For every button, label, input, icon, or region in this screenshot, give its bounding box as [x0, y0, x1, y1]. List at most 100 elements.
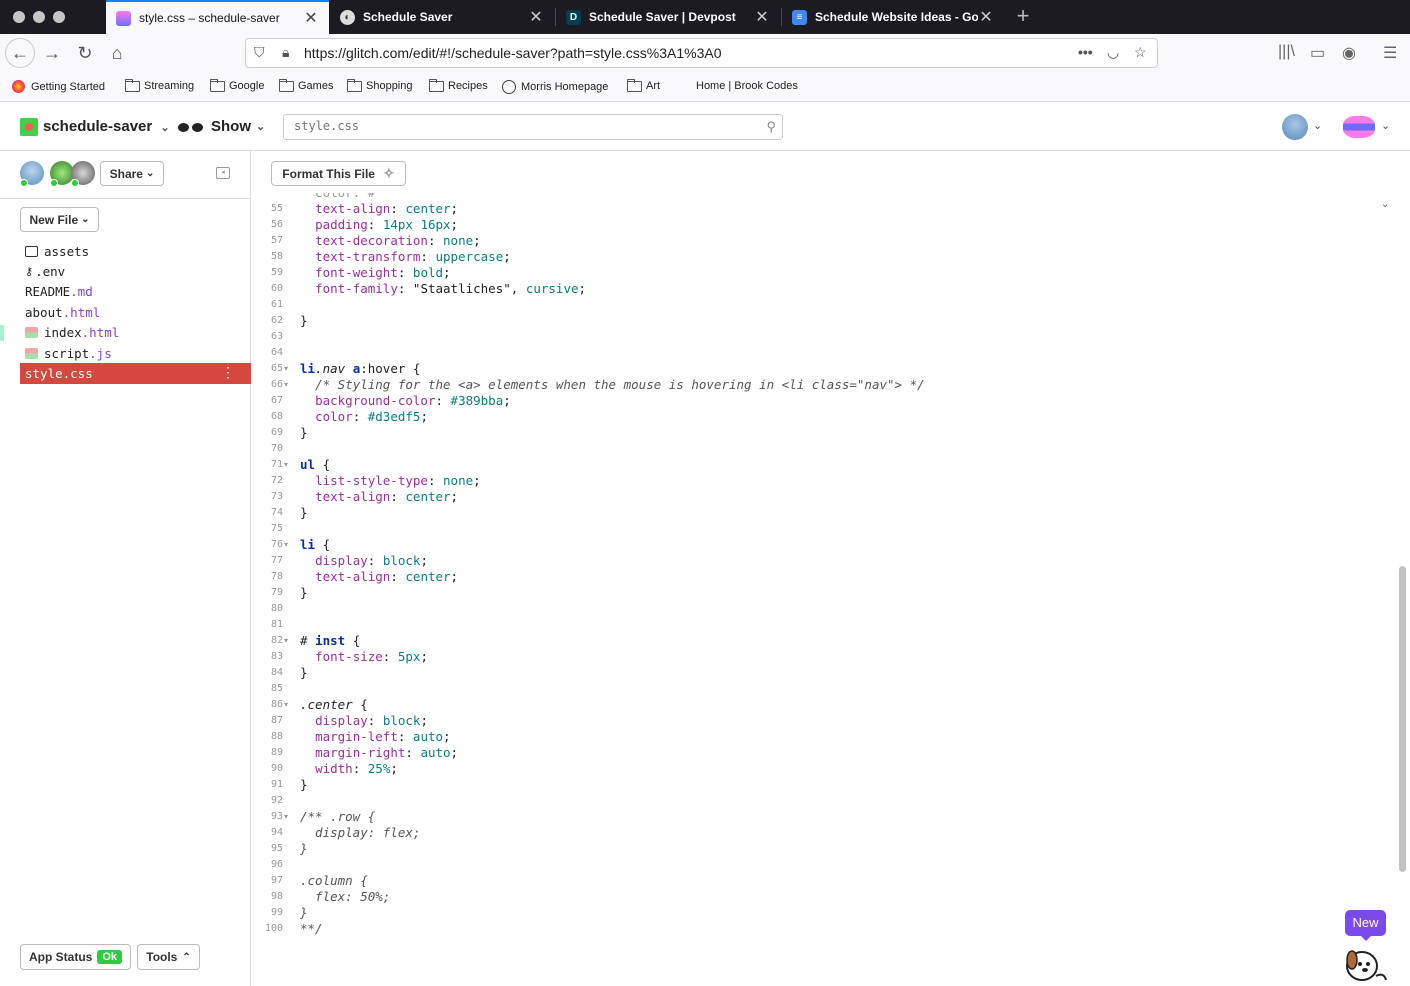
code-line[interactable]: }	[300, 905, 308, 921]
search-icon[interactable]: ⚲	[766, 119, 776, 135]
chevron-down-icon[interactable]: ⌄	[1313, 119, 1322, 132]
browser-tab-google-docs[interactable]: ≡ Schedule Website Ideas - Goog ✕	[782, 0, 1004, 34]
code-line[interactable]: }	[300, 505, 308, 521]
code-line[interactable]: .center {	[300, 697, 368, 713]
glitch-mascot-icon[interactable]	[1340, 942, 1390, 986]
code-line[interactable]: }	[300, 585, 308, 601]
code-line[interactable]: color: #d3edf5;	[300, 409, 428, 425]
reload-icon[interactable]: ↻	[71, 39, 99, 67]
file-item-assets[interactable]: assets	[20, 241, 251, 261]
close-tab-icon[interactable]: ✕	[754, 7, 770, 27]
code-line[interactable]: li.nav a:hover {	[300, 361, 420, 377]
bookmark-home-brook-codes[interactable]: Home | Brook Codes	[696, 80, 798, 92]
close-tab-icon[interactable]: ✕	[978, 7, 994, 27]
collapse-sidebar-icon[interactable]: ◂	[216, 167, 230, 179]
file-item-readme[interactable]: README .md	[20, 282, 251, 302]
code-editor[interactable]: Format This File ✧ color: # 55 text-alig…	[251, 151, 1410, 986]
code-line[interactable]: margin-right: auto;	[300, 745, 458, 761]
editor-scrollbar[interactable]	[1398, 198, 1408, 986]
bookmark-recipes[interactable]: Recipes	[429, 78, 488, 92]
code-line[interactable]: text-align: center;	[300, 201, 458, 217]
url-bar[interactable]: ⛉ 🔒︎ https://glitch.com/edit/#!/schedule…	[245, 38, 1158, 68]
code-line[interactable]: /** .row {	[300, 809, 375, 825]
home-icon[interactable]: ⌂	[103, 39, 131, 67]
code-line[interactable]: font-size: 5px;	[300, 649, 428, 665]
file-search-input[interactable]	[294, 119, 754, 133]
code-line[interactable]: .column {	[300, 873, 368, 889]
file-item-env[interactable]: ⚷ .env	[20, 261, 251, 281]
tools-button[interactable]: Tools ⌃	[137, 944, 200, 970]
maximize-window-icon[interactable]	[53, 11, 65, 23]
account-icon[interactable]: ◉	[1342, 43, 1356, 63]
file-item-style-css[interactable]: style.css ⋮	[20, 363, 251, 384]
browser-tab-style-css[interactable]: style.css – schedule-saver ✕	[106, 0, 329, 34]
forward-arrow-icon[interactable]: →	[38, 39, 66, 67]
url-text[interactable]: https://glitch.com/edit/#!/schedule-save…	[304, 45, 722, 61]
new-tab-icon[interactable]: +	[1012, 4, 1034, 28]
sidebar-toggle-icon[interactable]: ▭	[1310, 43, 1325, 63]
code-line[interactable]: }	[300, 313, 308, 329]
fold-chevron-icon[interactable]: ▾	[284, 364, 288, 373]
code-line[interactable]: font-weight: bold;	[300, 265, 451, 281]
project-name-dropdown[interactable]: schedule-saver ⌄	[43, 118, 170, 135]
browser-tab-schedule-saver[interactable]: ◐ Schedule Saver ✕	[330, 0, 554, 34]
glitch-logo-icon[interactable]	[1343, 116, 1375, 138]
code-line[interactable]: font-family: "Staatliches", cursive;	[300, 281, 586, 297]
hamburger-menu-icon[interactable]: ☰	[1383, 43, 1397, 63]
code-line[interactable]: display: flex;	[300, 825, 420, 841]
lock-icon[interactable]: 🔒︎	[282, 44, 289, 61]
new-file-button[interactable]: New File ⌄	[20, 207, 99, 232]
new-feature-badge[interactable]: New	[1345, 910, 1386, 941]
file-item-script[interactable]: script .js	[20, 343, 251, 363]
code-line[interactable]: display: block;	[300, 553, 428, 569]
bookmark-google[interactable]: Google	[210, 78, 264, 92]
library-icon[interactable]: |||\	[1278, 43, 1295, 61]
code-line[interactable]: text-align: center;	[300, 569, 458, 585]
code-line[interactable]: **/	[300, 921, 323, 937]
code-line[interactable]: }	[300, 425, 308, 441]
code-line[interactable]: background-color: #389bba;	[300, 393, 511, 409]
close-tab-icon[interactable]: ✕	[528, 7, 544, 27]
page-actions-icon[interactable]: •••	[1078, 44, 1093, 60]
chevron-down-icon[interactable]: ⌄	[1381, 119, 1390, 132]
bookmark-streaming[interactable]: Streaming	[125, 78, 194, 92]
code-line[interactable]: ul {	[300, 457, 330, 473]
code-line[interactable]: # inst {	[300, 633, 360, 649]
code-line[interactable]: list-style-type: none;	[300, 473, 481, 489]
show-dropdown[interactable]: Show ⌄	[177, 118, 265, 135]
code-line[interactable]: text-transform: uppercase;	[300, 249, 511, 265]
code-line[interactable]: /* Styling for the <a> elements when the…	[300, 377, 925, 393]
app-status-button[interactable]: App Status Ok	[20, 944, 131, 970]
close-window-icon[interactable]	[13, 11, 25, 23]
code-line[interactable]: margin-left: auto;	[300, 729, 451, 745]
minimize-window-icon[interactable]	[33, 11, 45, 23]
code-line[interactable]: }	[300, 777, 308, 793]
file-options-icon[interactable]: ⋮	[221, 365, 235, 381]
code-line[interactable]: padding: 14px 16px;	[300, 217, 458, 233]
share-button[interactable]: Share ⌄	[100, 161, 164, 186]
bookmark-morris-homepage[interactable]: Morris Homepage	[502, 80, 608, 94]
code-line[interactable]: display: block;	[300, 713, 428, 729]
bookmark-shopping[interactable]: Shopping	[347, 78, 413, 92]
fold-chevron-icon[interactable]: ▾	[284, 812, 288, 821]
code-line[interactable]: text-decoration: none;	[300, 233, 481, 249]
close-tab-icon[interactable]: ✕	[303, 8, 319, 28]
shield-icon[interactable]: ⛉	[254, 44, 265, 61]
user-avatar[interactable]	[1282, 114, 1308, 140]
bookmark-getting-started[interactable]: Getting Started	[12, 80, 105, 93]
bookmark-games[interactable]: Games	[279, 78, 333, 92]
bookmark-art[interactable]: Art	[627, 78, 660, 92]
format-file-button[interactable]: Format This File ✧	[271, 161, 406, 186]
file-item-index[interactable]: index .html	[0, 323, 251, 343]
scrollbar-thumb[interactable]	[1399, 566, 1406, 872]
file-item-about[interactable]: about .html	[20, 302, 251, 322]
bookmark-star-icon[interactable]: ☆	[1134, 44, 1147, 61]
code-line[interactable]: flex: 50%;	[300, 889, 390, 905]
code-area[interactable]: color: # 55 text-align: center; 56 paddin…	[251, 193, 1396, 986]
file-search-box[interactable]: ⚲	[283, 114, 783, 140]
browser-tab-devpost[interactable]: D Schedule Saver | Devpost ✕	[556, 0, 780, 34]
code-line[interactable]: text-align: center;	[300, 489, 458, 505]
code-line[interactable]: }	[300, 665, 308, 681]
fold-chevron-icon[interactable]: ▾	[284, 636, 288, 645]
fold-chevron-icon[interactable]: ▾	[284, 380, 288, 389]
